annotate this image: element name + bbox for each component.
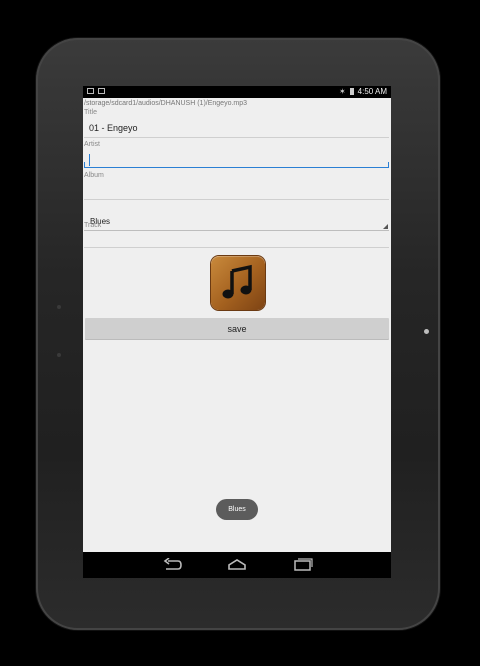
title-field-underline [84,137,389,138]
home-icon[interactable] [227,558,247,572]
title-label: Title [84,109,97,116]
music-note-icon[interactable] [211,256,265,310]
dropdown-arrow-icon [383,224,388,229]
title-field[interactable]: 01 - Engeyo [89,123,138,133]
tag-editor-screen: /storage/sdcard1/audios/DHANUSH (1)/Enge… [83,98,391,552]
side-sensor-bottom [57,353,61,357]
album-field-underline [84,199,389,200]
image-icon [87,88,94,94]
status-time: 4:50 AM [357,87,387,96]
album-field[interactable] [89,186,379,198]
artist-field[interactable] [89,155,379,167]
device-screen: ✶ 4:50 AM /storage/sdcard1/audios/DHANUS… [83,86,391,578]
gallery-icon [98,88,105,94]
save-button[interactable]: save [85,318,389,339]
recents-icon[interactable] [293,558,313,572]
artist-field-underline [84,167,389,168]
status-bar: ✶ 4:50 AM [83,86,391,98]
artist-label: Artist [84,141,100,148]
text-cursor [89,154,90,166]
navigation-bar [83,552,391,578]
album-label: Album [84,172,104,179]
side-sensor-top [57,305,61,309]
front-camera [424,329,429,334]
genre-spinner[interactable]: Blues [84,212,389,231]
genre-toast: Blues [216,499,258,520]
track-label: Track [84,222,102,229]
file-path: /storage/sdcard1/audios/DHANUSH (1)/Enge… [84,100,248,107]
track-field[interactable] [89,234,379,246]
battery-icon [349,88,354,95]
back-icon[interactable] [162,558,182,572]
track-field-underline [84,247,389,248]
bluetooth-icon: ✶ [338,87,346,96]
